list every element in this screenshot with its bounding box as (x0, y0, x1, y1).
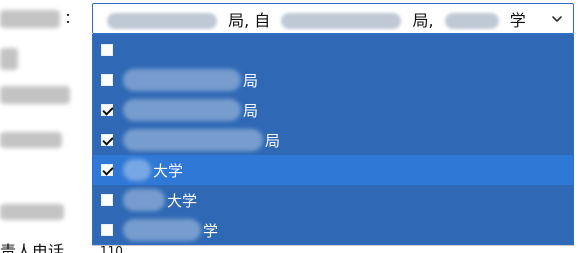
option-label: 大学 (123, 189, 197, 211)
bottom-field[interactable]: 110 (92, 244, 574, 253)
dropdown-option-2[interactable]: 局 (93, 95, 573, 125)
dropdown-option-4[interactable]: 大学 (93, 155, 573, 185)
option-label: 局 (123, 69, 258, 91)
checkbox[interactable] (101, 74, 113, 86)
blurred-selected-text (107, 13, 217, 29)
blurred-option-text (123, 219, 201, 241)
chevron-down-icon[interactable] (551, 13, 563, 25)
multi-select-field[interactable]: 局, 自 局, 学 (92, 3, 574, 34)
checkbox[interactable] (101, 194, 113, 206)
blurred-label-text (0, 48, 18, 70)
checkbox[interactable] (101, 224, 113, 236)
bottom-field-value: 110 (100, 244, 123, 253)
field-label-5 (0, 204, 64, 220)
dropdown-option-6[interactable]: 学 (93, 215, 573, 244)
dropdown-option-3[interactable]: 局 (93, 125, 573, 155)
blurred-option-text (123, 189, 165, 211)
option-label: 大学 (123, 159, 183, 181)
checkbox[interactable] (101, 44, 113, 56)
field-label-4 (0, 132, 62, 148)
selected-part-2: 局 (412, 10, 429, 30)
option-label-text: 学 (203, 221, 219, 240)
dropdown-option-1[interactable]: 局 (93, 65, 573, 95)
option-label: 学 (123, 219, 218, 241)
option-label-text: 局 (265, 131, 281, 150)
field-label-3 (0, 86, 70, 104)
selected-prefix-visible: 自 (254, 10, 271, 30)
selected-part-1: 局 (228, 10, 245, 30)
blurred-selected-text (444, 13, 499, 29)
bottom-field-label: 责人电话 (0, 242, 65, 253)
option-label-text: 局 (243, 71, 259, 90)
field-label-1: ： (0, 8, 78, 28)
selected-separator-1: , (244, 10, 250, 30)
blurred-label-text (0, 132, 62, 148)
dropdown-option-5[interactable]: 大学 (93, 185, 573, 215)
option-label-text: 大学 (153, 161, 184, 180)
field-label-colon: ： (64, 11, 79, 27)
blurred-option-text (123, 99, 241, 121)
page: ： 局, 自 局, 学 局 局 局 大学 大学 学 责人电话 110 (0, 0, 586, 253)
option-label: 局 (123, 99, 258, 121)
checkbox-checked[interactable] (101, 164, 113, 176)
selected-part-3: 学 (509, 10, 526, 30)
blurred-label-text (0, 204, 64, 220)
field-label-2 (0, 48, 18, 70)
dropdown-option-0[interactable] (93, 35, 573, 65)
blurred-option-text (123, 69, 241, 91)
blurred-label-text (0, 86, 70, 104)
blurred-selected-text (281, 13, 402, 29)
blurred-label-text (0, 10, 60, 28)
option-label-text: 局 (243, 101, 259, 120)
blurred-option-text (123, 159, 151, 181)
option-label: 局 (123, 129, 280, 151)
dropdown-list: 局 局 局 大学 大学 学 (92, 34, 574, 245)
blurred-option-text (123, 129, 263, 151)
multi-select-value: 局, 自 局, 学 (101, 7, 545, 31)
checkbox-checked[interactable] (101, 104, 113, 116)
selected-separator-2: , (428, 10, 434, 30)
checkbox-checked[interactable] (101, 134, 113, 146)
option-label-text: 大学 (167, 191, 198, 210)
